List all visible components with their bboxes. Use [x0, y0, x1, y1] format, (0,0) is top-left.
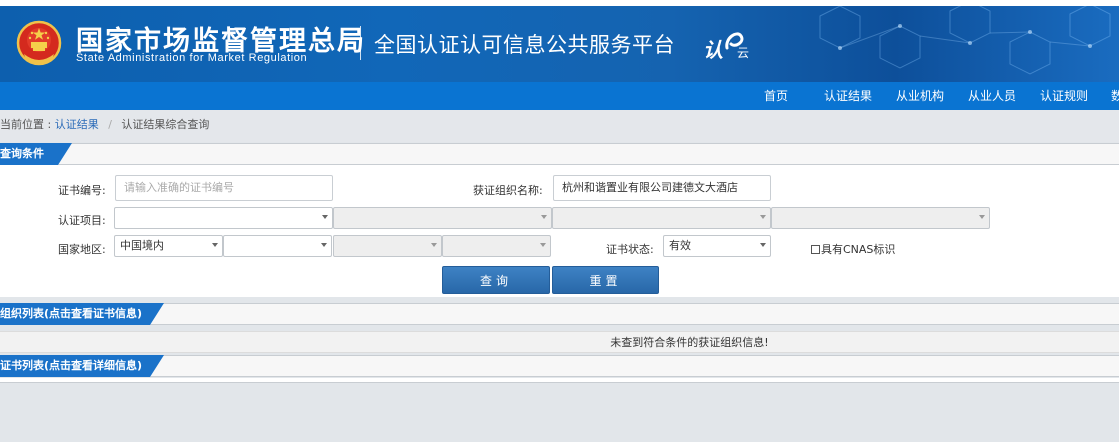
- region-select-4[interactable]: [442, 235, 551, 257]
- nav-institutions[interactable]: 从业机构: [896, 82, 944, 110]
- cert-list-section-title: 证书列表(点击查看详细信息): [0, 359, 143, 372]
- nav-cert-results[interactable]: 认证结果: [824, 82, 872, 110]
- project-select-4[interactable]: [771, 207, 990, 229]
- region-select-2[interactable]: [223, 235, 332, 257]
- banner-divider: [360, 26, 361, 60]
- nav-data[interactable]: 数: [1111, 82, 1119, 110]
- chevron-down-icon: [212, 243, 218, 247]
- chevron-down-icon: [541, 215, 547, 219]
- breadcrumb: 当前位置 : 认证结果 / 认证结果综合查询: [0, 110, 1119, 142]
- breadcrumb-label: 当前位置 :: [0, 118, 52, 131]
- cnas-checkbox[interactable]: 具有CNAS标识: [811, 241, 895, 257]
- reset-button[interactable]: 重置: [552, 266, 659, 294]
- main-nav: 首页 认证结果 从业机构 从业人员 认证规则 数: [0, 82, 1119, 110]
- query-section-tab: 查询条件: [0, 143, 72, 165]
- breadcrumb-link-cert-results[interactable]: 认证结果: [55, 118, 99, 131]
- project-select-3[interactable]: [552, 207, 771, 229]
- nav-cert-rules[interactable]: 认证规则: [1040, 82, 1088, 110]
- cert-no-label: 证书编号:: [58, 184, 106, 197]
- cert-list-section-header: 证书列表(点击查看详细信息): [0, 355, 1119, 377]
- search-button[interactable]: 查询: [442, 266, 550, 294]
- chevron-down-icon: [322, 215, 328, 219]
- org-list-section-tab: 组织列表(点击查看证书信息): [0, 303, 164, 325]
- org-list-section-header: 组织列表(点击查看证书信息): [0, 303, 1119, 325]
- org-name-label: 获证组织名称:: [473, 184, 543, 197]
- cert-list-body: [0, 378, 1119, 383]
- chevron-down-icon: [760, 243, 766, 247]
- nav-personnel[interactable]: 从业人员: [968, 82, 1016, 110]
- breadcrumb-current: 认证结果综合查询: [121, 118, 210, 131]
- org-name-en: State Administration for Market Regulati…: [76, 52, 308, 64]
- project-label: 认证项目:: [58, 214, 106, 227]
- site-banner: 国家市场监督管理总局 State Administration for Mark…: [0, 0, 1119, 82]
- checkbox-icon[interactable]: [811, 245, 820, 254]
- cert-list-section-tab: 证书列表(点击查看详细信息): [0, 355, 164, 377]
- status-select-value: 有效: [669, 239, 691, 252]
- chevron-down-icon: [540, 243, 546, 247]
- nav-home[interactable]: 首页: [764, 82, 788, 110]
- query-section-header: 查询条件: [0, 143, 1119, 165]
- chevron-down-icon: [979, 215, 985, 219]
- org-name-input[interactable]: 杭州和谐置业有限公司建德文大酒店: [553, 175, 771, 201]
- platform-logo-text: 认: [703, 38, 723, 62]
- status-select[interactable]: 有效: [663, 235, 771, 257]
- national-emblem-icon: [16, 20, 62, 66]
- cnas-label: 具有CNAS标识: [821, 243, 896, 256]
- status-label: 证书状态:: [606, 243, 654, 256]
- platform-logo-sub: 云: [737, 46, 750, 60]
- region-label: 国家地区:: [58, 243, 106, 256]
- breadcrumb-separator: /: [108, 118, 112, 131]
- chevron-down-icon: [760, 215, 766, 219]
- org-list-section-title: 组织列表(点击查看证书信息): [0, 307, 143, 320]
- chevron-down-icon: [321, 243, 327, 247]
- region-select-3[interactable]: [333, 235, 442, 257]
- project-select-1[interactable]: [114, 207, 333, 229]
- query-form: 证书编号: 请输入准确的证书编号 获证组织名称: 杭州和谐置业有限公司建德文大酒…: [0, 165, 1119, 297]
- region-select-1[interactable]: 中国境内: [114, 235, 223, 257]
- org-list-empty-message: 未查到符合条件的获证组织信息!: [0, 331, 1119, 353]
- hexagon-pattern-decoration: [819, 6, 1111, 75]
- cert-no-input[interactable]: 请输入准确的证书编号: [115, 175, 333, 201]
- chevron-down-icon: [431, 243, 437, 247]
- query-section-title: 查询条件: [0, 147, 44, 160]
- platform-logo: 认 云: [703, 28, 753, 64]
- region-select-value: 中国境内: [120, 239, 164, 252]
- platform-title: 全国认证认可信息公共服务平台: [374, 33, 675, 57]
- project-select-2[interactable]: [333, 207, 552, 229]
